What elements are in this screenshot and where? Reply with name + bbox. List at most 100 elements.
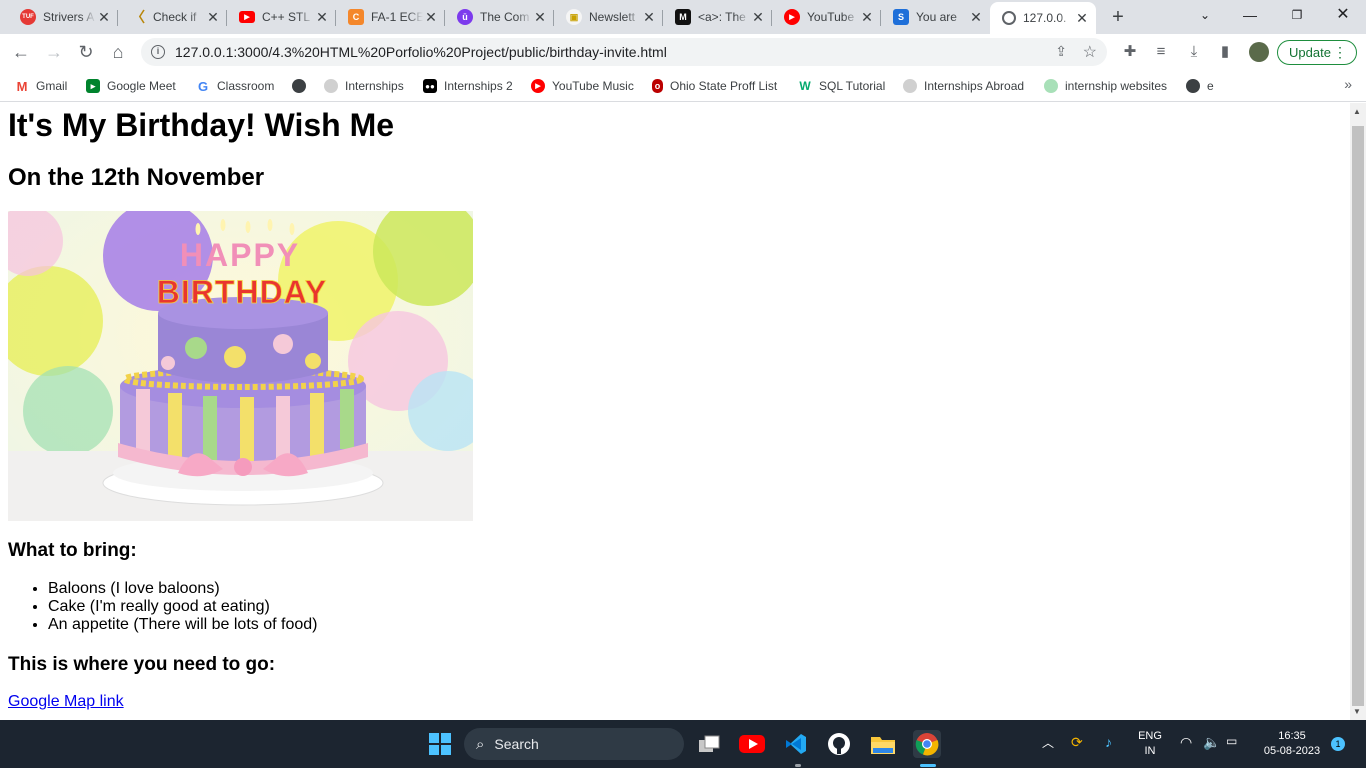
- bookmark-e[interactable]: e: [1186, 76, 1214, 96]
- tab-strivers[interactable]: TUF Strivers A ✕: [8, 2, 118, 32]
- tab-you-are[interactable]: S You are ✕: [881, 2, 990, 32]
- download-icon[interactable]: ⤓: [1184, 42, 1204, 62]
- media-control-icon[interactable]: ≡: [1151, 42, 1171, 62]
- svg-text:HAPPY: HAPPY: [180, 237, 300, 273]
- bookmarks-overflow-icon[interactable]: »: [1344, 76, 1352, 92]
- close-tab-icon[interactable]: ✕: [314, 9, 330, 26]
- w3schools-icon: W: [799, 79, 811, 93]
- battery-icon[interactable]: ▭: [1226, 734, 1237, 748]
- tab-mdn[interactable]: M <a>: The ✕: [663, 2, 772, 32]
- page-content: It's My Birthday! Wish Me On the 12th No…: [0, 103, 1350, 720]
- bookmark-youtube-music[interactable]: ▶ YouTube Music: [531, 76, 634, 96]
- close-tab-icon[interactable]: ✕: [532, 9, 548, 26]
- tab-search-icon[interactable]: ⌄: [1185, 4, 1225, 26]
- date-heading: On the 12th November: [8, 164, 265, 191]
- scroll-down-icon[interactable]: ▼: [1353, 707, 1361, 716]
- sync-icon[interactable]: ⟳: [1071, 734, 1083, 751]
- close-window-button[interactable]: ✕: [1323, 4, 1363, 26]
- course-icon: C: [348, 9, 364, 25]
- minimize-button[interactable]: —: [1230, 4, 1270, 26]
- taskbar-search[interactable]: ⌕ Search: [464, 728, 684, 760]
- show-hidden-icons[interactable]: ︿: [1042, 734, 1054, 751]
- github-desktop-icon[interactable]: [825, 730, 853, 758]
- where-to-go-heading: This is where you need to go:: [8, 654, 276, 675]
- tab-cpp-stl[interactable]: ▶ C++ STL ✕: [227, 2, 336, 32]
- page-scrollbar[interactable]: ▲ ▼: [1350, 103, 1366, 720]
- site-info-icon[interactable]: i: [151, 45, 165, 59]
- close-tab-icon[interactable]: ✕: [968, 9, 984, 26]
- bookmark-ohio-state[interactable]: o Ohio State Proff List: [652, 76, 777, 96]
- url-text[interactable]: 127.0.0.1:3000/4.3%20HTML%20Porfolio%20P…: [175, 44, 667, 60]
- file-explorer-icon[interactable]: [869, 730, 897, 758]
- address-bar[interactable]: i 127.0.0.1:3000/4.3%20HTML%20Porfolio%2…: [141, 38, 1107, 66]
- scrollbar-thumb[interactable]: [1352, 126, 1364, 706]
- close-tab-icon[interactable]: ✕: [205, 9, 221, 26]
- windows-start-icon[interactable]: [426, 730, 454, 758]
- update-button[interactable]: Update ⋮: [1277, 40, 1357, 65]
- side-panel-icon[interactable]: ▮: [1215, 42, 1235, 62]
- close-tab-icon[interactable]: ✕: [750, 9, 766, 26]
- close-tab-icon[interactable]: ✕: [96, 9, 112, 26]
- gmail-icon: M: [16, 78, 28, 94]
- extensions-icon[interactable]: ✚: [1120, 42, 1140, 62]
- bookmark-globe[interactable]: [292, 76, 313, 96]
- back-icon[interactable]: ←: [9, 40, 33, 64]
- udemy-icon: ū: [457, 9, 473, 25]
- microphone-icon[interactable]: ♪: [1105, 734, 1112, 750]
- close-tab-icon[interactable]: ✕: [1074, 10, 1090, 27]
- s-icon: S: [893, 9, 909, 25]
- windows-taskbar: ⌕ Search ︿ ⟳ ♪ ENG IN ◠ 🔈 ▭ 16:35 05-08-…: [0, 720, 1366, 768]
- tab-fa1[interactable]: C FA-1 ECE ✕: [336, 2, 445, 32]
- svg-text:BIRTHDAY: BIRTHDAY: [157, 274, 327, 310]
- clock[interactable]: 16:35 05-08-2023: [1255, 729, 1329, 759]
- menu-dots-icon[interactable]: ⋮: [1333, 44, 1347, 61]
- medium-icon: ●●: [423, 79, 437, 93]
- bookmark-google-meet[interactable]: ▸ Google Meet: [86, 76, 176, 96]
- codeforces-icon: 〈: [131, 9, 145, 25]
- tab-check[interactable]: 〈 Check if ✕: [118, 2, 227, 32]
- bookmark-star-icon[interactable]: ☆: [1083, 42, 1097, 62]
- notification-badge[interactable]: 1: [1331, 737, 1345, 751]
- bookmark-gmail[interactable]: M Gmail: [15, 76, 68, 96]
- close-tab-icon[interactable]: ✕: [859, 9, 875, 26]
- google-map-link[interactable]: Google Map link: [8, 693, 124, 711]
- bookmark-internships[interactable]: Internships: [324, 76, 404, 96]
- profile-avatar[interactable]: [1249, 42, 1269, 62]
- reload-icon[interactable]: ↻: [74, 40, 98, 64]
- home-icon[interactable]: ⌂: [106, 40, 130, 64]
- bookmark-classroom[interactable]: G Classroom: [196, 76, 274, 96]
- tab-youtube[interactable]: ▶ YouTube ✕: [772, 2, 881, 32]
- ohio-state-icon: o: [652, 79, 663, 93]
- chrome-icon[interactable]: [913, 730, 941, 758]
- forward-icon[interactable]: →: [42, 40, 66, 64]
- bookmarks-bar: M Gmail ▸ Google Meet G Classroom Intern…: [0, 70, 1366, 102]
- youtube-app-icon[interactable]: [738, 730, 766, 758]
- tab-localhost-active[interactable]: 127.0.0. ✕: [990, 2, 1096, 34]
- close-tab-icon[interactable]: ✕: [641, 9, 657, 26]
- language-indicator[interactable]: ENG IN: [1136, 729, 1164, 759]
- youtube-icon: ▶: [239, 11, 255, 23]
- tab-the-com[interactable]: ū The Com ✕: [445, 2, 554, 32]
- restore-button[interactable]: ❐: [1277, 4, 1317, 26]
- list-item: An appetite (There will be lots of food): [48, 616, 317, 634]
- bookmark-internships-abroad[interactable]: Internships Abroad: [903, 76, 1024, 96]
- task-view-icon[interactable]: [695, 730, 723, 758]
- what-to-bring-heading: What to bring:: [8, 540, 137, 561]
- github-icon: [324, 79, 338, 93]
- scroll-up-icon[interactable]: ▲: [1353, 107, 1361, 116]
- share-icon[interactable]: ⇪: [1055, 43, 1067, 60]
- tuf-icon: TUF: [20, 9, 36, 25]
- github-icon: [903, 79, 917, 93]
- bookmark-internships-2[interactable]: ●● Internships 2: [423, 76, 513, 96]
- wifi-icon[interactable]: ◠: [1180, 734, 1192, 751]
- bookmark-sql-tutorial[interactable]: W SQL Tutorial: [798, 76, 885, 96]
- close-tab-icon[interactable]: ✕: [423, 9, 439, 26]
- globe-icon: [1186, 79, 1200, 93]
- newsletter-icon: ▣: [566, 9, 582, 25]
- tab-newsletter[interactable]: ▣ Newslett ✕: [554, 2, 663, 32]
- bookmark-internship-websites[interactable]: internship websites: [1044, 76, 1167, 96]
- chatgpt-icon: [1044, 79, 1058, 93]
- new-tab-button[interactable]: +: [1105, 6, 1131, 28]
- vscode-icon[interactable]: [782, 730, 810, 758]
- volume-icon[interactable]: 🔈: [1203, 734, 1220, 751]
